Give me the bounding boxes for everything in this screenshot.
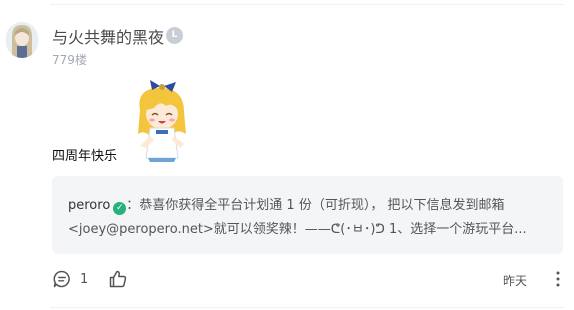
comment-text: 四周年快乐 bbox=[52, 149, 118, 164]
more-options-icon[interactable] bbox=[556, 270, 560, 288]
level-badge: L bbox=[166, 27, 183, 44]
avatar[interactable] bbox=[6, 22, 38, 58]
thumbs-up-icon[interactable] bbox=[108, 269, 128, 289]
quoted-reply[interactable]: peroro ✓ ：恭喜你获得全平台计划通 1 份（可折现）， 把以下信息发到邮箱 … bbox=[52, 176, 563, 254]
action-bar: 1 bbox=[52, 268, 128, 290]
anime-girl-sticker bbox=[126, 80, 198, 162]
top-divider bbox=[50, 4, 564, 5]
username[interactable]: 与火共舞的黑夜 bbox=[52, 24, 164, 48]
quote-author[interactable]: peroro bbox=[68, 198, 110, 213]
quote-body-line-1: ：恭喜你获得全平台计划通 1 份（可折现）， 把以下信息发到邮箱 bbox=[126, 198, 505, 213]
comment-count: 1 bbox=[80, 271, 89, 287]
bottom-divider bbox=[50, 307, 564, 308]
floor-number: 779楼 bbox=[52, 53, 87, 67]
quote-line-1: peroro ✓ ：恭喜你获得全平台计划通 1 份（可折现）， 把以下信息发到邮箱 bbox=[68, 194, 504, 215]
quote-body-line-2: <joey@peropero.net>就可以领奖辣！——ᕦ(･ㅂ･)ᕤ 1、选择… bbox=[68, 222, 527, 237]
comment-icon[interactable] bbox=[52, 269, 72, 289]
timestamp: 昨天 bbox=[503, 274, 528, 288]
verified-check-icon: ✓ bbox=[113, 202, 127, 215]
